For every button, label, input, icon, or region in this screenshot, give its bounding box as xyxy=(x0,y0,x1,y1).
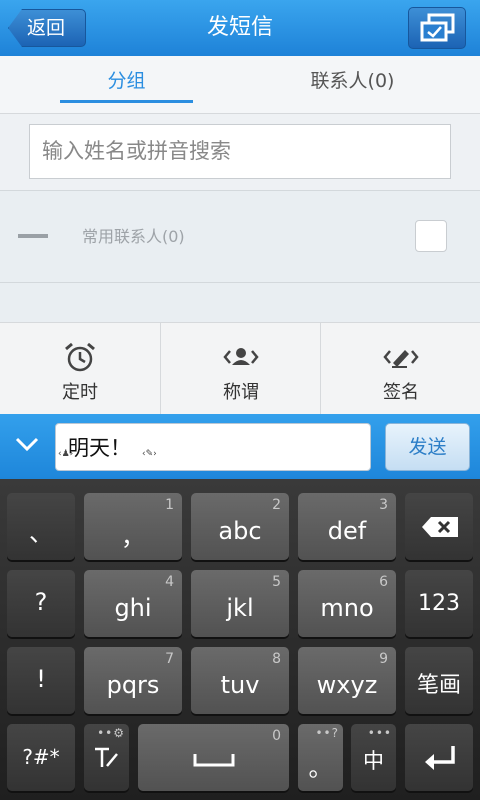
frequent-contacts-checkbox[interactable] xyxy=(415,220,447,252)
key-label: ， xyxy=(121,523,145,551)
list-row-partial[interactable] xyxy=(0,282,480,322)
schedule-button[interactable]: 定时 xyxy=(0,323,160,415)
active-tab-indicator xyxy=(60,100,193,103)
key-numeric-mode[interactable]: 123 xyxy=(405,570,473,637)
key-4[interactable]: 4 ghi xyxy=(84,570,182,637)
key-label: 中 xyxy=(363,749,384,773)
key-language[interactable]: ••• 中 xyxy=(351,724,396,791)
key-8[interactable]: 8 tuv xyxy=(191,647,289,714)
key-9[interactable]: 9 wxyz xyxy=(298,647,396,714)
message-text: 明天！ xyxy=(68,436,131,460)
key-1[interactable]: 1 ， xyxy=(84,493,182,560)
key-number: 5 xyxy=(272,574,281,590)
text-cursor-icon xyxy=(95,747,118,767)
key-label: 。 xyxy=(308,754,333,782)
tab-contacts[interactable]: 联系人(0) xyxy=(280,56,425,112)
key-number: 9 xyxy=(379,651,388,667)
schedule-label: 定时 xyxy=(62,382,98,403)
key-label: ghi xyxy=(114,594,152,622)
salutation-label: 称谓 xyxy=(223,382,259,403)
key-label: 123 xyxy=(418,591,460,616)
key-number: 4 xyxy=(165,574,174,590)
signature-tag-icon xyxy=(383,350,419,368)
key-backspace[interactable] xyxy=(405,493,473,560)
multi-window-icon xyxy=(420,13,455,42)
key-2[interactable]: 2 abc xyxy=(191,493,289,560)
more-options-icon: ••⚙ xyxy=(97,726,125,740)
key-number: 8 xyxy=(272,651,281,667)
key-symbols[interactable]: ?#* xyxy=(7,724,75,791)
search-area: 输入姓名或拼音搜索 xyxy=(0,114,480,190)
key-number: 7 xyxy=(165,651,174,667)
key-space[interactable]: 0 xyxy=(138,724,289,791)
key-number: 0 xyxy=(272,728,281,744)
key-number: 2 xyxy=(272,497,281,513)
key-number: 1 xyxy=(165,497,174,513)
signature-button[interactable]: 签名 xyxy=(320,323,480,415)
key-exclamation[interactable]: ! xyxy=(7,647,75,714)
message-input[interactable]: ‹♟› 明天！ ‹✎› xyxy=(55,423,371,471)
tab-group[interactable]: 分组 xyxy=(60,56,193,112)
compose-bar: ‹♟› 明天！ ‹✎› 发送 xyxy=(0,414,480,479)
key-5[interactable]: 5 jkl xyxy=(191,570,289,637)
keyboard: 、 1 ， 2 abc 3 def ? 4 ghi 5 jkl 6 mno 12… xyxy=(0,479,480,800)
key-label: ! xyxy=(36,665,46,693)
key-label: pqrs xyxy=(106,671,160,699)
key-period[interactable]: ••? 。 xyxy=(298,724,343,791)
key-label: jkl xyxy=(226,594,254,622)
chevron-down-icon[interactable] xyxy=(14,435,40,453)
key-enter[interactable] xyxy=(405,724,473,791)
key-label: tuv xyxy=(220,671,260,699)
key-text-edit[interactable]: ••⚙ xyxy=(84,724,129,791)
key-label: ?#* xyxy=(22,745,60,769)
key-stroke-mode[interactable]: 笔画 xyxy=(405,647,473,714)
signature-tag-icon: ‹✎› xyxy=(142,449,157,459)
tools-bar: 定时 称谓 签名 xyxy=(0,322,480,415)
title-bar: 返回 发短信 xyxy=(0,0,480,56)
person-tag-icon xyxy=(223,348,259,365)
more-options-icon: ••• xyxy=(367,726,392,740)
key-3[interactable]: 3 def xyxy=(298,493,396,560)
key-label: 、 xyxy=(29,519,53,547)
salutation-button[interactable]: 称谓 xyxy=(160,323,320,415)
key-label: wxyz xyxy=(316,671,378,699)
alarm-clock-icon xyxy=(65,342,95,372)
enter-icon xyxy=(425,746,455,770)
tab-bar: 分组 联系人(0) xyxy=(0,56,480,114)
key-number: 3 xyxy=(379,497,388,513)
frequent-contacts-row[interactable]: 常用联系人(0) xyxy=(0,190,480,282)
collapse-dash-icon[interactable] xyxy=(18,234,48,238)
key-label: 笔画 xyxy=(416,673,461,698)
backspace-icon xyxy=(422,517,458,537)
frequent-contacts-label: 常用联系人(0) xyxy=(82,227,185,246)
space-icon xyxy=(193,754,235,767)
more-options-icon: ••? xyxy=(315,726,339,740)
key-label: abc xyxy=(218,517,262,545)
key-7[interactable]: 7 pqrs xyxy=(84,647,182,714)
key-question[interactable]: ? xyxy=(7,570,75,637)
key-pause-mark[interactable]: 、 xyxy=(7,493,75,560)
key-6[interactable]: 6 mno xyxy=(298,570,396,637)
key-label: def xyxy=(327,517,367,545)
key-label: mno xyxy=(320,594,374,622)
send-button[interactable]: 发送 xyxy=(385,423,470,471)
key-number: 6 xyxy=(379,574,388,590)
key-label: ? xyxy=(34,588,48,616)
signature-label: 签名 xyxy=(383,382,419,403)
search-input[interactable]: 输入姓名或拼音搜索 xyxy=(29,124,451,179)
multi-window-button[interactable] xyxy=(408,7,466,49)
